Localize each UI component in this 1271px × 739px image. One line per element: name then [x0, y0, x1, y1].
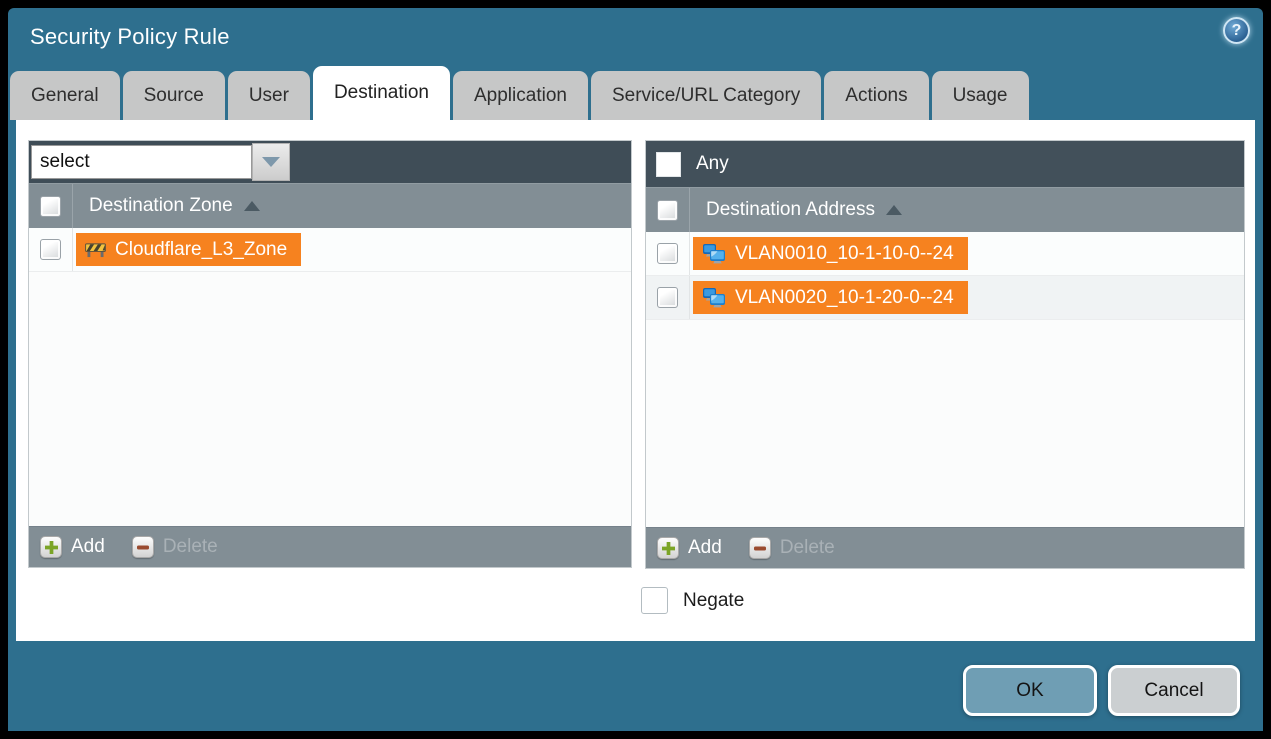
zone-footer: Add Delete: [29, 526, 631, 567]
negate-label: Negate: [683, 590, 744, 612]
address-delete-button[interactable]: Delete: [749, 537, 835, 559]
address-select-all-checkbox[interactable]: [657, 200, 678, 221]
dialog-title: Security Policy Rule: [30, 24, 230, 50]
any-checkbox[interactable]: [656, 152, 681, 177]
address-list: VLAN0010_10-1-10-0--24: [646, 232, 1244, 527]
security-policy-rule-dialog: Security Policy Rule ? General Source Us…: [8, 8, 1263, 731]
destination-tab-content: Destination Zone: [16, 120, 1255, 641]
minus-icon: [132, 536, 154, 558]
table-row: Cloudflare_L3_Zone: [29, 228, 631, 272]
tab-application[interactable]: Application: [453, 71, 588, 120]
plus-icon: [657, 537, 679, 559]
network-host-icon: [702, 287, 726, 308]
zone-select-all-checkbox[interactable]: [40, 196, 61, 217]
ok-button[interactable]: OK: [963, 665, 1097, 716]
zone-select-dropdown-button[interactable]: [252, 143, 290, 181]
address-add-button[interactable]: Add: [657, 537, 722, 559]
tab-destination[interactable]: Destination: [313, 66, 450, 120]
address-any-bar: Any: [646, 141, 1244, 187]
address-row-checkbox[interactable]: [657, 243, 678, 264]
zone-column-header-row: Destination Zone: [29, 183, 631, 228]
table-row: VLAN0010_10-1-10-0--24: [646, 232, 1244, 276]
minus-icon: [749, 537, 771, 559]
zone-row-checkbox[interactable]: [40, 239, 61, 260]
destination-zone-panel: Destination Zone: [28, 140, 632, 568]
table-row: VLAN0020_10-1-20-0--24: [646, 276, 1244, 320]
negate-row: Negate: [641, 587, 744, 614]
tab-bar: General Source User Destination Applicat…: [10, 66, 1029, 120]
address-column-header[interactable]: Destination Address: [706, 188, 902, 232]
cancel-button[interactable]: Cancel: [1108, 665, 1240, 716]
tab-source[interactable]: Source: [123, 71, 225, 120]
tab-service-url-category[interactable]: Service/URL Category: [591, 71, 821, 120]
negate-checkbox[interactable]: [641, 587, 668, 614]
address-column-header-row: Destination Address: [646, 187, 1244, 232]
zone-item-cloudflare-l3-zone[interactable]: Cloudflare_L3_Zone: [76, 233, 301, 266]
address-item-vlan0020[interactable]: VLAN0020_10-1-20-0--24: [693, 281, 968, 314]
sort-ascending-icon: [244, 201, 260, 211]
zone-toolbar: [29, 141, 631, 183]
zone-select-input[interactable]: [31, 145, 252, 179]
destination-address-panel: Any Destination Address: [645, 140, 1245, 569]
sort-ascending-icon: [886, 205, 902, 215]
tab-usage[interactable]: Usage: [932, 71, 1029, 120]
tab-actions[interactable]: Actions: [824, 71, 928, 120]
zone-add-button[interactable]: Add: [40, 536, 105, 558]
address-item-vlan0010[interactable]: VLAN0010_10-1-10-0--24: [693, 237, 968, 270]
zone-barrier-icon: [85, 242, 106, 258]
zone-delete-button[interactable]: Delete: [132, 536, 218, 558]
zone-list: Cloudflare_L3_Zone: [29, 228, 631, 526]
any-label: Any: [696, 153, 729, 175]
tab-general[interactable]: General: [10, 71, 120, 120]
address-footer: Add Delete: [646, 527, 1244, 568]
address-row-checkbox[interactable]: [657, 287, 678, 308]
plus-icon: [40, 536, 62, 558]
zone-column-header[interactable]: Destination Zone: [89, 184, 260, 228]
tab-user[interactable]: User: [228, 71, 310, 120]
help-icon[interactable]: ?: [1223, 17, 1250, 44]
network-host-icon: [702, 243, 726, 264]
chevron-down-icon: [262, 157, 280, 167]
